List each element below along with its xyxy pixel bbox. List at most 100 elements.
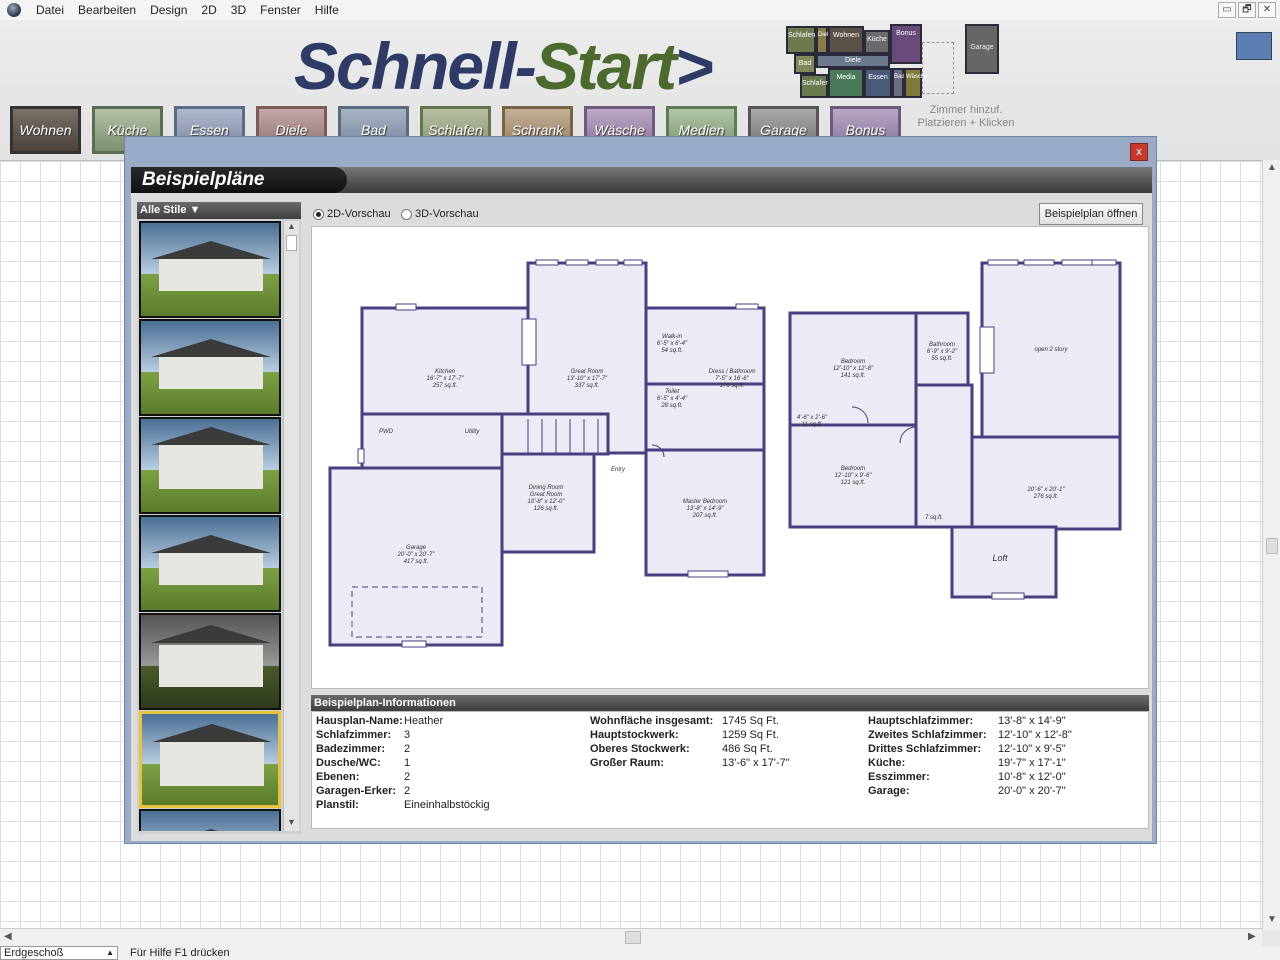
menu-2d[interactable]: 2D (194, 0, 223, 20)
plan-thumbnail-selected[interactable] (139, 711, 281, 808)
dialog-title: Beispielpläne (131, 167, 347, 193)
svg-text:276 sq.ft.: 276 sq.ft. (1033, 494, 1059, 500)
svg-text:Great Room: Great Room (571, 369, 604, 375)
scroll-down-icon[interactable]: ▼ (1267, 914, 1277, 925)
mini-room: Diele (816, 26, 832, 54)
plan-thumbnail[interactable] (139, 515, 281, 612)
dialog-close-button[interactable]: x (1130, 143, 1148, 161)
radio-2d-preview[interactable]: 2D-Vorschau (313, 208, 391, 220)
svg-text:13'-10" x 17'-7": 13'-10" x 17'-7" (567, 376, 608, 382)
menu-datei[interactable]: Datei (29, 0, 71, 20)
info-row: Hauptstockwerk: 1259 Sq Ft. (590, 729, 779, 741)
close-window-button[interactable]: ✕ (1258, 2, 1276, 18)
floor-select[interactable]: Erdgeschoß ▲ (0, 946, 118, 960)
info-row: Zweites Schlafzimmer: 12'-10" x 12'-8" (868, 729, 1072, 741)
svg-text:Dining Room: Dining Room (529, 485, 564, 491)
floor-plan-preview: Kitchen 16'-7" x 17'-7" 257 sq.ft. Great… (311, 226, 1149, 689)
info-row: Schlafzimmer: 3 (316, 729, 411, 741)
svg-text:Great Room: Great Room (530, 492, 563, 498)
info-row: Großer Raum: 13'-6" x 17'-7" (590, 757, 790, 769)
radio-checked-icon (313, 208, 324, 220)
svg-text:4'-6" x 2'-6": 4'-6" x 2'-6" (797, 415, 828, 421)
mini-room: Bad (892, 68, 905, 98)
open-sample-plan-button[interactable]: Beispielplan öffnen (1039, 203, 1143, 225)
mini-room: Schlafen (800, 74, 829, 98)
svg-text:open 2 story: open 2 story (1034, 347, 1068, 353)
svg-text:20'-6" x 20'-1": 20'-6" x 20'-1" (1027, 487, 1066, 493)
plan-thumbnail[interactable] (139, 809, 281, 831)
svg-text:Bedroom: Bedroom (841, 466, 865, 472)
plan-thumbnail-list[interactable] (139, 221, 281, 831)
plan-thumbnail[interactable] (139, 319, 281, 416)
svg-text:13'-8" x 14'-9": 13'-8" x 14'-9" (687, 506, 725, 512)
horizontal-scroll-thumb[interactable] (625, 931, 641, 944)
svg-text:Walk-in: Walk-in (662, 334, 683, 340)
sample-plans-dialog: x Beispielpläne Alle Stile ▼ ▲ ▼ 2D-Vors… (124, 136, 1157, 844)
svg-text:16'-7" x 17'-7": 16'-7" x 17'-7" (427, 376, 465, 382)
thumbnail-scrollbar[interactable]: ▲ ▼ (283, 221, 299, 831)
plan-label: Kitchen (435, 369, 456, 375)
info-row: Oberes Stockwerk: 486 Sq Ft. (590, 743, 773, 755)
styles-panel: Alle Stile ▼ ▲ ▼ (137, 202, 301, 834)
info-row: Esszimmer: 10'-8" x 12'-0" (868, 771, 1066, 783)
menu-fenster[interactable]: Fenster (253, 0, 308, 20)
svg-text:Loft: Loft (992, 553, 1008, 563)
svg-text:Dress / Bathroom: Dress / Bathroom (709, 369, 756, 375)
add-room-hint: Zimmer hinzuf. Platzieren + Klicken (917, 104, 1015, 129)
scroll-right-icon[interactable]: ▶ (1248, 931, 1256, 942)
svg-text:Utility: Utility (465, 429, 481, 435)
thumbnail-scroll-thumb[interactable] (286, 235, 297, 251)
info-row: Badezimmer: 2 (316, 743, 411, 755)
svg-text:7 sq.ft.: 7 sq.ft. (925, 515, 943, 521)
svg-text:PWD: PWD (379, 429, 394, 435)
svg-text:7'-5" x 16'-6": 7'-5" x 16'-6" (715, 376, 749, 382)
scroll-up-icon[interactable]: ▲ (287, 221, 296, 231)
minimize-button[interactable]: ▭ (1218, 2, 1236, 18)
plan-thumbnail[interactable] (139, 221, 281, 318)
scroll-down-icon[interactable]: ▼ (287, 817, 296, 827)
menu-3d[interactable]: 3D (224, 0, 253, 20)
svg-text:Toilet: Toilet (665, 389, 679, 395)
garage-drag-tile[interactable]: Garage (965, 24, 999, 74)
info-row: Wohnfläche insgesamt: 1745 Sq Ft. (590, 715, 779, 727)
mini-room: Wäsche (904, 68, 928, 98)
plan-info-panel: Hausplan-Name: Heather Schlafzimmer: 3 Bad… (311, 711, 1149, 829)
drop-target-outline (922, 42, 954, 94)
vertical-scroll-thumb[interactable] (1266, 538, 1278, 554)
svg-text:126 sq.ft.: 126 sq.ft. (534, 506, 559, 512)
info-row: Planstil: Eineinhalbstöckig (316, 799, 490, 811)
room-button-wohnen[interactable]: Wohnen (10, 106, 81, 154)
restore-button[interactable]: 🗗 (1238, 2, 1256, 18)
svg-text:55 sq.ft.: 55 sq.ft. (931, 356, 952, 362)
svg-text:12'-10" x 12'-8": 12'-10" x 12'-8" (833, 366, 874, 372)
horizontal-scrollbar[interactable]: ◀ ▶ (0, 928, 1262, 946)
radio-3d-preview[interactable]: 3D-Vorschau (401, 208, 479, 220)
caret-down-icon: ▼ (189, 204, 201, 216)
status-help-text: Für Hilfe F1 drücken (130, 947, 230, 959)
mini-room: Wohnen (828, 26, 864, 54)
svg-text:28 sq.ft.: 28 sq.ft. (660, 403, 682, 409)
mini-room: Media (828, 68, 864, 98)
blueprint-icon[interactable] (1236, 32, 1272, 60)
vertical-scrollbar[interactable]: ▲ ▼ (1262, 160, 1280, 930)
mini-room: Bonus (890, 24, 922, 64)
menu-design[interactable]: Design (143, 0, 194, 20)
info-row: Drittes Schlafzimmer: 12'-10" x 9'-5" (868, 743, 1066, 755)
svg-text:12'-10" x 9'-6": 12'-10" x 9'-6" (835, 473, 873, 479)
menu-bar: Datei Bearbeiten Design 2D 3D Fenster Hi… (0, 0, 1280, 20)
plan-thumbnail[interactable] (139, 417, 281, 514)
info-row: Garage: 20'-0" x 20'-7" (868, 785, 1066, 797)
menu-hilfe[interactable]: Hilfe (308, 0, 346, 20)
styles-filter-dropdown[interactable]: Alle Stile ▼ (137, 202, 301, 219)
mini-plan-illustration: Schlafen Diele Wohnen Küche Bonus Bad Di… (784, 22, 928, 98)
scroll-left-icon[interactable]: ◀ (4, 931, 12, 942)
scroll-up-icon[interactable]: ▲ (1267, 162, 1277, 173)
menu-bearbeiten[interactable]: Bearbeiten (71, 0, 143, 20)
mini-room: Diele (816, 54, 890, 68)
svg-text:Garage: Garage (406, 545, 427, 551)
quick-start-logo: Schnell-Start> (294, 29, 714, 103)
plan-thumbnail[interactable] (139, 613, 281, 710)
svg-text:121 sq.ft.: 121 sq.ft. (841, 480, 866, 486)
app-logo-icon[interactable] (7, 3, 21, 17)
chevron-up-icon: ▲ (106, 948, 114, 957)
